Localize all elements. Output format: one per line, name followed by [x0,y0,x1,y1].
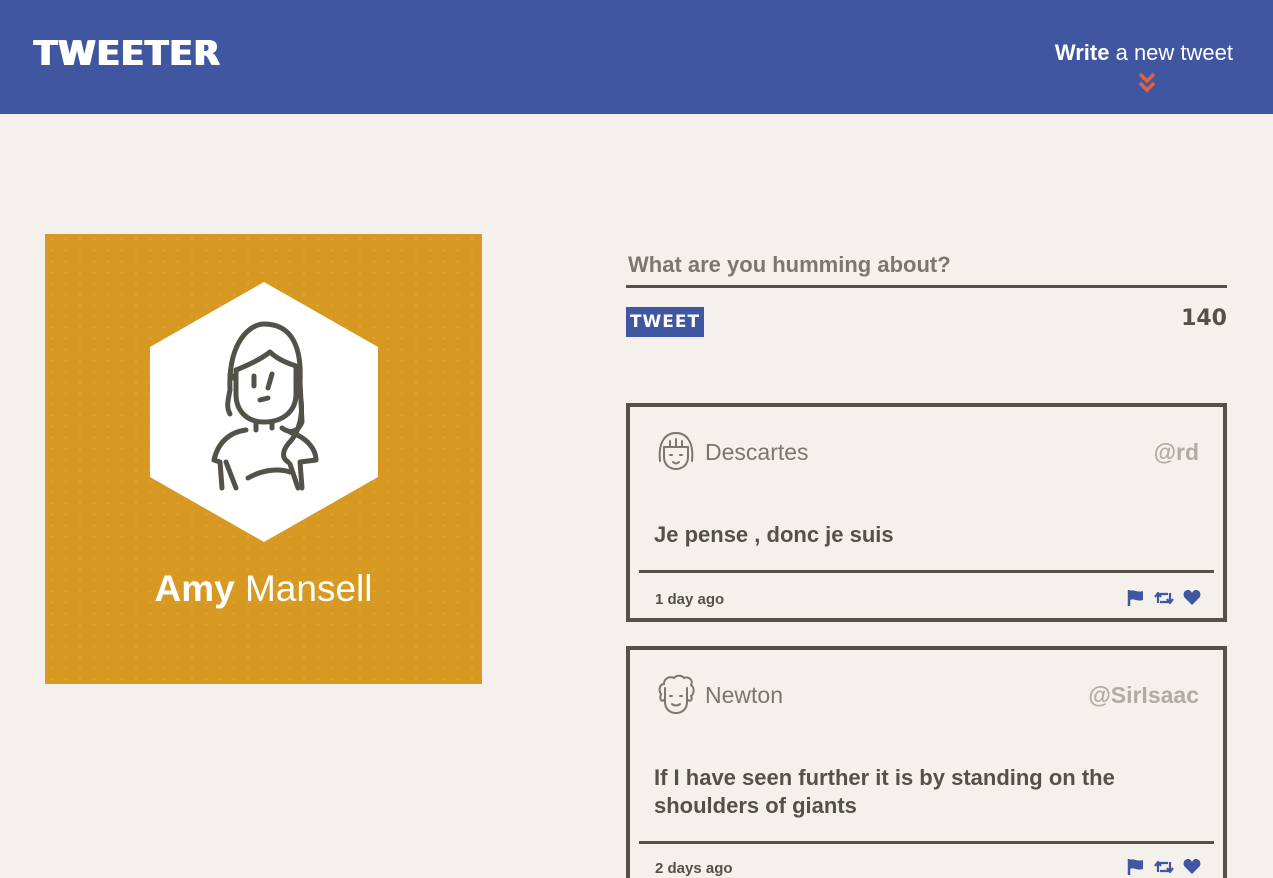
retweet-icon[interactable] [1154,589,1174,607]
char-counter: 140 [1181,306,1227,331]
heart-icon[interactable] [1183,589,1201,607]
profile-last-name: Mansell [244,568,373,609]
tweet-age: 1 day ago [655,591,725,608]
profile-name: Amy Mansell [45,568,482,610]
profile-card: Amy Mansell [45,234,482,684]
tweet-author-name: Newton [705,682,783,708]
double-chevron-down-icon[interactable] [1138,72,1156,94]
tweet-text: Je pense , donc je suis [654,522,894,547]
tweet-card: Newton @SirIsaac If I have seen further … [626,646,1227,878]
tweet-text: If I have seen further it is by standing… [654,765,1115,818]
tweet-author-handle[interactable]: @SirIsaac [1088,682,1199,709]
tweet-author-handle[interactable]: @rd [1154,439,1199,466]
flag-icon[interactable] [1127,589,1145,607]
tweet-actions [1127,589,1201,607]
top-nav: TWEETER Write a new tweet [0,0,1273,114]
tweet-divider [639,570,1214,573]
tweet-card: Descartes @rd Je pense , donc je suis 1 … [626,403,1227,622]
tweet-divider [639,841,1214,844]
tweet-author-name: Descartes [705,439,809,465]
brand-logo[interactable]: TWEETER [34,34,221,74]
retweet-icon[interactable] [1154,858,1174,876]
compose-link-bold: Write [1054,40,1110,65]
write-tweet-link[interactable]: Write a new tweet [1055,40,1233,66]
profile-first-name: Amy [154,568,235,609]
woman-avatar-icon [150,282,378,542]
girl-avatar-icon [658,431,694,471]
tweet-actions [1127,858,1201,876]
heart-icon[interactable] [1183,858,1201,876]
tweet-compose-input[interactable] [626,245,1227,288]
tweet-age: 2 days ago [655,860,733,877]
flag-icon[interactable] [1127,858,1145,876]
curly-hair-avatar-icon [658,674,695,715]
compose-link-text: a new tweet [1109,40,1233,65]
tweet-button[interactable]: TWEET [626,307,704,337]
